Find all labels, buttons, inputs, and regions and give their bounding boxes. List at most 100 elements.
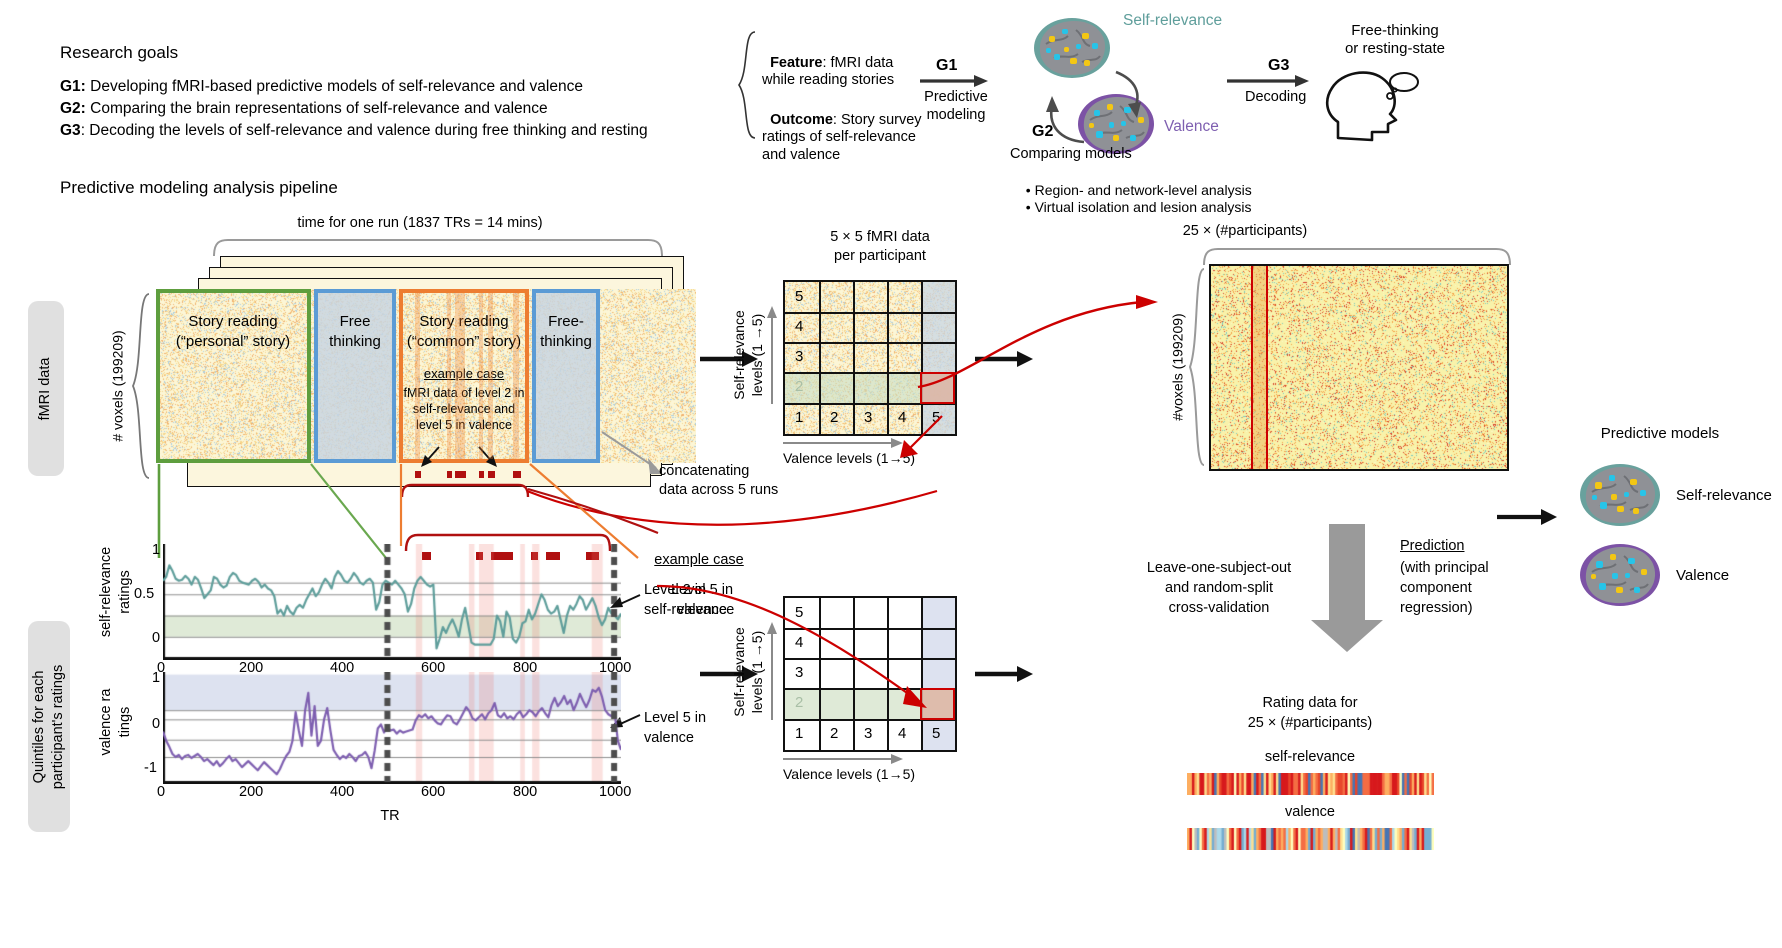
row-label-fmri: fMRI data	[28, 301, 64, 476]
research-goals-list: G1: Developing fMRI-based predictive mod…	[60, 76, 648, 142]
valence-plot-xlabel: TR	[380, 808, 400, 824]
valence-plot	[163, 672, 621, 784]
run-time-brace	[213, 239, 663, 257]
g1-arrow	[920, 75, 988, 87]
row-label-quintiles: Quintiles for each participant's ratings	[28, 621, 70, 832]
rating-matrix-col-4: 4	[898, 725, 907, 742]
fmri-matrix-title: 5 × 5 fMRI data per participant	[830, 229, 930, 264]
red-curve-long-sweep	[525, 515, 945, 573]
g2-bullet-1: • Virtual isolation and lesion analysis	[1018, 182, 1252, 216]
feature-label: Feature	[770, 54, 823, 71]
segment-free-thinking-2-label: Free- thinking	[540, 313, 592, 350]
bullet-dot: •	[1025, 199, 1035, 216]
big-matrix-title: 25 × (#participants)	[1182, 223, 1308, 239]
run-time-label: time for one run (1837 TRs = 14 mins)	[297, 215, 543, 231]
valence-plot-ylabel: valence ra tings	[98, 688, 133, 756]
research-goals-heading: Research goals	[60, 43, 179, 62]
arrow-to-rating-bars	[975, 666, 1033, 682]
big-matrix[interactable]	[1209, 264, 1509, 471]
red-curve-rating-to-matrix	[656, 584, 927, 708]
row-label-fmri-text: fMRI data	[37, 357, 54, 421]
outcome-block: Outcome: Story survey ratings of self-re…	[762, 94, 922, 165]
model-brain-self-relevance-icon	[1580, 464, 1660, 526]
rating-matrix-col-1: 1	[795, 725, 804, 742]
fmri-matrix-row-3: 3	[795, 348, 804, 365]
feature-block: Feature: fMRI data while reading stories	[762, 37, 894, 90]
row-label-quintiles-text: Quintiles for each participant's ratings	[31, 664, 66, 790]
voxels-axis-label: # voxels (199209)	[109, 330, 126, 442]
feature-outcome-brace	[738, 31, 756, 139]
rating-bar-self-label: self-relevance	[1264, 749, 1356, 765]
goal-tag: G3	[60, 122, 81, 139]
ytick-1: 1	[152, 542, 161, 558]
goal-text: Developing fMRI-based predictive models …	[85, 78, 583, 95]
ytick-1: 1	[152, 670, 161, 686]
rating-matrix-col-5: 5	[932, 725, 941, 742]
outcome-label: Outcome	[770, 111, 833, 128]
highlight-stripes-fmri	[403, 293, 525, 459]
level5-valence-label: Level 5 in valence	[644, 710, 707, 746]
g3-label: G3	[1268, 57, 1290, 74]
head-thinking-icon	[1325, 71, 1419, 142]
arrow-to-predictive-models	[1497, 509, 1557, 525]
pipeline-heading: Predictive modeling analysis pipeline	[60, 178, 338, 197]
valence-label: Valence	[1164, 118, 1219, 135]
research-goal-item: G3: Decoding the levels of self-relevanc…	[60, 120, 648, 142]
goal-text: : Decoding the levels of self-relevance …	[80, 122, 648, 139]
fmri-matrix-col-2: 2	[830, 409, 839, 426]
fmri-matrix-col-1: 1	[795, 409, 804, 426]
xtick-600: 600	[421, 784, 446, 800]
fmri-matrix-yaxis-label: Self-relevance levels (1 →5)	[731, 310, 765, 400]
fmri-matrix-row-2: 2	[795, 378, 804, 395]
xtick-400: 400	[330, 784, 355, 800]
rating-data-title: Rating data for 25 × (#participants)	[1247, 695, 1373, 731]
g3-caption: Decoding	[1245, 89, 1307, 105]
goal-tag: G2:	[60, 100, 86, 117]
goal-text: Comparing the brain representations of s…	[85, 100, 548, 117]
ytick--1: -1	[144, 760, 157, 776]
free-thinking-resting-label: Free-thinking or resting-state	[1344, 22, 1446, 58]
segment-story-personal-label: Story reading (“personal” story)	[175, 313, 291, 350]
fmri-matrix-row-5: 5	[795, 288, 804, 305]
ytick-0.5: 0.5	[134, 586, 155, 602]
self-relevance-label: Self-relevance	[1123, 12, 1223, 29]
rating-bar-self-relevance	[1187, 773, 1434, 795]
rating-bar-valence	[1187, 828, 1434, 850]
research-goal-item: G1: Developing fMRI-based predictive mod…	[60, 76, 648, 98]
model-self-relevance-label: Self-relevance	[1676, 487, 1772, 504]
valence-plot-xticklabels: 0 200 400 600 800 1000	[157, 784, 631, 806]
prediction-text: (with principal component regression)	[1400, 560, 1489, 616]
red-arrow-into-matrix-cell	[900, 415, 943, 458]
g1-caption: Predictive modeling	[924, 89, 988, 123]
fmri-matrix-row-4: 4	[795, 318, 804, 335]
self-relevance-plot-ylabel: self-relevance ratings	[98, 546, 133, 638]
research-goal-item: G2: Comparing the brain representations …	[60, 98, 648, 120]
rating-matrix-col-2: 2	[830, 725, 839, 742]
xtick-0: 0	[157, 784, 166, 800]
xtick-1000: 1000	[599, 784, 632, 800]
cross-validation-text: Leave-one-subject-out and random-split c…	[1146, 560, 1292, 616]
g3-arrow	[1227, 75, 1309, 87]
model-brain-valence-icon	[1580, 544, 1660, 606]
prediction-title: Prediction	[1400, 538, 1465, 554]
goal-tag: G1:	[60, 78, 86, 95]
red-curve-fmri-to-big	[917, 295, 1158, 389]
fmri-matrix-col-3: 3	[864, 409, 873, 426]
level2-arrow	[610, 594, 641, 608]
ytick-0: 0	[152, 630, 161, 646]
rating-matrix-xaxis-label: Valence levels (1→5)	[783, 766, 916, 782]
model-valence-label: Valence	[1676, 567, 1730, 584]
big-matrix-highlight-column[interactable]	[1251, 266, 1268, 469]
rating-matrix-xaxis-arrow	[783, 754, 903, 764]
g2-bullet-text: Virtual isolation and lesion analysis	[1034, 199, 1252, 216]
rating-matrix-col-3: 3	[864, 725, 873, 742]
g2-caption: Comparing models	[1010, 146, 1132, 162]
fmri-matrix-yaxis-arrow	[767, 306, 777, 404]
fmri-matrix-xaxis-arrow	[783, 438, 903, 448]
ytick-0: 0	[152, 716, 161, 732]
segment-free-thinking-1-label: Free thinking	[329, 313, 381, 350]
voxels-brace	[132, 293, 150, 479]
predictive-models-title: Predictive models	[1600, 425, 1720, 442]
xtick-800: 800	[513, 784, 538, 800]
cross-validation-arrow	[1311, 524, 1383, 652]
